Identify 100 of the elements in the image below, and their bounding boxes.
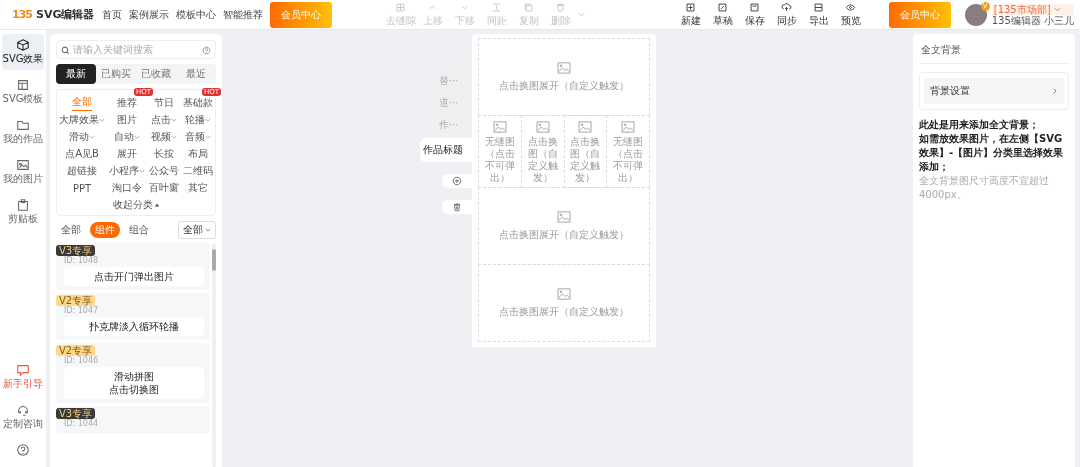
template-preview: 滑动拼图 点击切换图 xyxy=(64,367,204,399)
template-card[interactable]: V2专享 ID: 1047 扑克牌淡入循环轮播 xyxy=(56,293,210,340)
category-item[interactable]: 小程序 xyxy=(109,163,145,179)
sidebar-item[interactable]: 我的作品 xyxy=(2,114,44,150)
app-title: SVG编辑器 xyxy=(35,7,95,22)
category-item[interactable]: 节日 xyxy=(154,94,174,111)
headset-icon xyxy=(16,403,30,417)
template-card[interactable]: V3专享 ID: 1048 点击开门弹出图片 xyxy=(56,243,210,290)
caret-icon xyxy=(1053,5,1061,13)
image-icon xyxy=(557,62,571,74)
category-item[interactable]: 二维码 xyxy=(183,163,213,179)
caret-icon xyxy=(171,117,177,123)
tab[interactable]: 已购买 xyxy=(96,64,136,84)
nav-link[interactable]: 案例展示 xyxy=(129,7,170,22)
nav-link[interactable]: 智能推荐 xyxy=(223,7,264,22)
help-icon xyxy=(16,443,30,457)
toolbar-button[interactable]: 导出 xyxy=(802,1,835,28)
spacing-icon xyxy=(491,1,503,13)
eye-icon xyxy=(845,1,857,13)
caret-icon xyxy=(134,134,140,140)
template-preview: 扑克牌淡入循环轮播 xyxy=(64,317,204,336)
category-item[interactable]: 展开 xyxy=(117,146,137,162)
category-item[interactable]: 长按 xyxy=(154,146,174,162)
category-item[interactable]: 其它 xyxy=(188,180,208,196)
category-item[interactable]: 超链接 xyxy=(67,163,97,179)
category-item[interactable]: 滑动 xyxy=(69,129,95,145)
category-item[interactable]: 推荐 xyxy=(117,94,137,111)
category-item[interactable]: 公众号 xyxy=(149,163,179,179)
search-field[interactable]: 请输入关键词搜索 xyxy=(56,40,216,59)
vip-badge: V2专享 xyxy=(56,295,96,306)
category-item[interactable]: 点击 xyxy=(151,112,177,128)
sidebar-item[interactable]: 定制咨询 xyxy=(2,399,44,435)
image-icon xyxy=(557,211,571,223)
caret-icon xyxy=(139,168,145,174)
cube-icon xyxy=(16,38,30,52)
chevron-icon xyxy=(1052,88,1058,94)
layout-icon xyxy=(16,78,30,92)
template-preview: 点击开门弹出图片 xyxy=(64,267,204,286)
filter-dropdown[interactable]: 全部 xyxy=(178,221,216,239)
nav-link[interactable]: 首页 xyxy=(102,7,123,22)
note-text: 此处是用来添加全文背景； xyxy=(919,118,1040,132)
sidebar-item[interactable]: 剪贴板 xyxy=(7,194,39,230)
delete-button[interactable] xyxy=(442,200,472,214)
toolbar-button[interactable]: 同步 xyxy=(770,1,803,28)
tab[interactable]: 最新 xyxy=(56,64,96,84)
nav-link[interactable]: 模板中心 xyxy=(176,7,217,22)
add-button[interactable] xyxy=(442,174,472,188)
sidebar-item[interactable]: SVG模板 xyxy=(1,74,45,110)
image-icon xyxy=(535,121,550,133)
toolbar-button[interactable]: 新建 xyxy=(674,1,707,28)
caret-icon xyxy=(171,134,177,140)
caret-icon xyxy=(205,227,211,233)
category-item[interactable]: 基础款 xyxy=(183,94,213,111)
vip-badge: V3专享 xyxy=(56,245,96,256)
category-item[interactable]: PPT xyxy=(72,180,92,196)
cloud-upload-icon xyxy=(781,1,793,13)
sidebar-item[interactable]: SVG效果 xyxy=(1,34,45,70)
sidebar-item[interactable]: 新手引导 xyxy=(2,359,44,395)
tab[interactable]: 已收藏 xyxy=(136,64,176,84)
clipboard-icon xyxy=(16,198,30,212)
template-card[interactable]: V3专享 ID: 1044 xyxy=(56,406,210,434)
template-id: ID: 1044 xyxy=(64,419,99,429)
background-settings-button[interactable]: 背景设置 xyxy=(924,78,1064,104)
category-item[interactable]: 轮播 xyxy=(185,112,211,128)
category-item[interactable]: 大牌效果 xyxy=(59,112,105,128)
toolbar-button[interactable]: 预览 xyxy=(834,1,867,28)
copy-icon xyxy=(523,1,535,13)
note-text: 如需放效果图片，在左侧【SVG效果】-【图片】分类里选择效果添加； xyxy=(919,132,1065,174)
grid-icon xyxy=(395,1,407,13)
category-item[interactable]: 图片 xyxy=(117,112,137,128)
image-icon xyxy=(492,121,507,133)
category-item[interactable]: 视频 xyxy=(151,129,177,145)
sidebar-item[interactable]: 我的图片 xyxy=(2,154,44,190)
vip-badge: V2专享 xyxy=(56,345,96,356)
filter-tab[interactable]: 组合 xyxy=(124,222,154,238)
template-id: ID: 1046 xyxy=(64,356,99,366)
toolbar-button[interactable]: 保存 xyxy=(738,1,771,28)
toolbar-button[interactable]: 草稿 xyxy=(706,1,739,28)
help-icon[interactable] xyxy=(202,46,211,55)
image-icon xyxy=(557,288,571,300)
template-card[interactable]: V2专享 ID: 1046 滑动拼图 点击切换图 xyxy=(56,343,210,403)
section-tab[interactable]: 作品标题 xyxy=(420,138,472,162)
note-text: 全文背景图尺寸高度不宜超过4000px。 xyxy=(919,174,1050,202)
tab[interactable]: 最近 xyxy=(176,64,216,84)
export-icon xyxy=(813,1,825,13)
collapse-link[interactable]: 收起分类 xyxy=(112,198,160,212)
category-item[interactable]: 点A见B xyxy=(65,146,99,162)
caret-icon xyxy=(205,117,211,123)
filter-tab[interactable]: 全部 xyxy=(56,222,86,238)
edit-icon xyxy=(717,1,729,13)
category-item[interactable]: 百叶窗 xyxy=(149,180,179,196)
category-item[interactable]: 自动 xyxy=(114,129,140,145)
panel-title: 全文背景 xyxy=(919,40,1069,64)
image-icon xyxy=(578,121,593,133)
caret-icon xyxy=(89,134,95,140)
category-item[interactable]: 布局 xyxy=(188,146,208,162)
logo: 135 xyxy=(12,8,32,21)
category-item[interactable]: 音频 xyxy=(185,129,211,145)
category-item[interactable]: 淘口令 xyxy=(112,180,142,196)
caret-up-icon xyxy=(153,202,160,208)
